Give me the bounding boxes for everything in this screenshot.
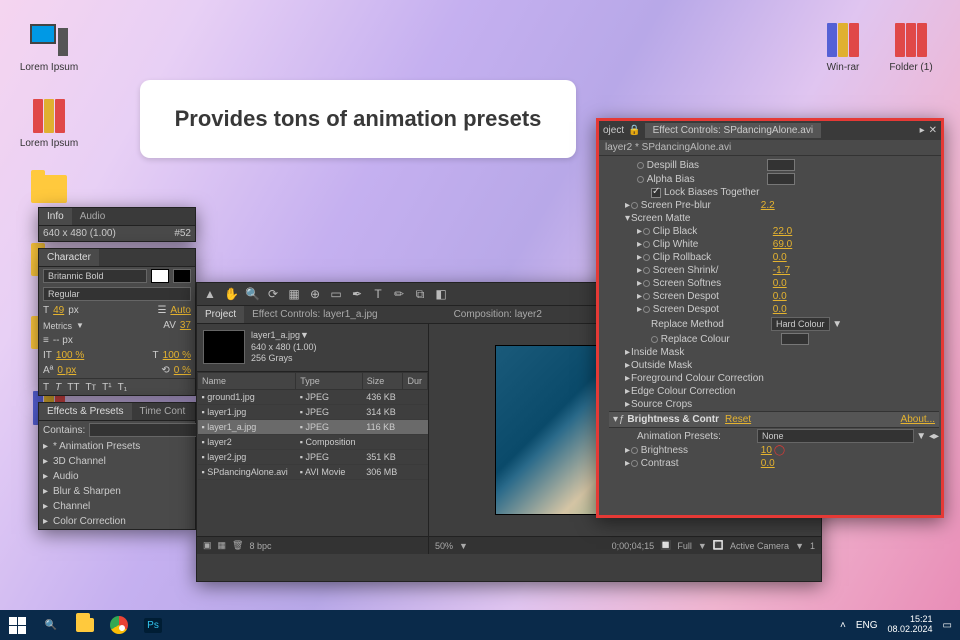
bold-btn[interactable]: T (43, 382, 49, 393)
highlight-icon: ◯ (774, 445, 785, 456)
zoom-tool-icon[interactable]: 🔍 (245, 287, 259, 301)
photoshop-button[interactable]: Ps (136, 610, 170, 640)
smallcaps-btn[interactable]: Tт (85, 382, 96, 393)
selection-tool-icon[interactable]: ▲ (203, 287, 217, 301)
language-indicator[interactable]: ENG (856, 620, 878, 631)
fx-section[interactable]: ▸Inside Mask (609, 346, 939, 359)
col-header[interactable]: Type (296, 373, 362, 390)
desktop-icon-winrar[interactable]: Win-rar (812, 20, 874, 73)
info-panel: Info Audio 640 x 480 (1.00)#52 (38, 207, 196, 242)
desktop-icon-binders[interactable]: Lorem Ipsum (18, 96, 80, 149)
leading[interactable]: Auto (170, 305, 191, 316)
tab-effect-controls[interactable]: Effect Controls: SPdancingAlone.avi (645, 123, 821, 138)
brush-tool-icon[interactable]: ✏ (392, 287, 406, 301)
desktop-icon-binders[interactable]: Folder (1) (880, 20, 942, 73)
start-button[interactable] (0, 610, 34, 640)
table-row[interactable]: ▪ ground1.jpg▪ JPEG436 KB (198, 390, 428, 405)
replace-method-select[interactable]: Hard Colour (771, 317, 830, 331)
trash-icon[interactable]: 🗑 (232, 540, 243, 551)
tray-chevron-icon[interactable]: ˄ (840, 620, 846, 631)
alpha-swatch[interactable] (767, 173, 795, 185)
pan-behind-tool-icon[interactable]: ⊕ (308, 287, 322, 301)
tab-character[interactable]: Character (39, 249, 99, 266)
eraser-tool-icon[interactable]: ◧ (434, 287, 448, 301)
allcaps-btn[interactable]: TT (67, 382, 79, 393)
pen-tool-icon[interactable]: ✒ (350, 287, 364, 301)
desktop-icon-pc[interactable]: Lorem Ipsum (18, 20, 80, 73)
preblur-value[interactable]: 2.2 (761, 200, 775, 211)
rotate-tool-icon[interactable]: ⟳ (266, 287, 280, 301)
fx-section[interactable]: ▸Foreground Colour Correction (609, 372, 939, 385)
fx-section[interactable]: ▸Edge Colour Correction (609, 385, 939, 398)
col-header[interactable]: Size (362, 373, 403, 390)
tracking[interactable]: 37 (180, 320, 191, 331)
col-header[interactable]: Dur (403, 373, 428, 390)
about-link[interactable]: About... (901, 414, 935, 425)
text-tool-icon[interactable]: T (371, 287, 385, 301)
close-icon[interactable]: ✕ (929, 125, 937, 136)
fx-category[interactable]: ▸Channel (39, 499, 195, 514)
taskbar: 🔍 Ps ˄ ENG 15:2108.02.2024 ▭ (0, 610, 960, 640)
tab-project[interactable]: Project (197, 306, 244, 323)
fx-section[interactable]: ▸Outside Mask (609, 359, 939, 372)
clone-tool-icon[interactable]: ⧉ (413, 287, 427, 301)
resolution-select[interactable]: Full (677, 541, 692, 551)
font-size[interactable]: 49 (53, 305, 64, 316)
fx-toggle-icon[interactable]: ƒ (619, 414, 625, 425)
explorer-button[interactable] (68, 610, 102, 640)
chrome-button[interactable] (102, 610, 136, 640)
search-button[interactable]: 🔍 (34, 610, 68, 640)
reset-link[interactable]: Reset (725, 414, 751, 425)
anim-presets-select[interactable]: None (757, 429, 914, 443)
table-row[interactable]: ▪ layer1_a.jpg▪ JPEG116 KB (198, 420, 428, 435)
fx-category[interactable]: ▸* Animation Presets (39, 439, 195, 454)
table-row[interactable]: ▪ layer1.jpg▪ JPEG314 KB (198, 405, 428, 420)
table-row[interactable]: ▪ layer2▪ Composition (198, 435, 428, 450)
font-style-select[interactable]: Regular (43, 287, 191, 301)
project-thumbnail (203, 330, 245, 364)
lock-icon[interactable]: 🔒 (628, 125, 640, 136)
fx-section[interactable]: ▸Source Crops (609, 398, 939, 411)
desktop-label: Lorem Ipsum (18, 62, 80, 73)
panel-menu-icon[interactable]: ▸ (920, 125, 925, 136)
italic-btn[interactable]: T (55, 382, 61, 393)
notifications-icon[interactable]: ▭ (943, 620, 952, 631)
fx-category[interactable]: ▸3D Channel (39, 454, 195, 469)
effects-presets-panel: Effects & Presets Time Cont Contains: ▸*… (38, 402, 196, 530)
tab-time-controls[interactable]: Time Cont (132, 403, 194, 420)
mask-tool-icon[interactable]: ▭ (329, 287, 343, 301)
tab-info[interactable]: Info (39, 208, 72, 225)
tab-composition[interactable]: Composition: layer2 (446, 306, 550, 323)
superscript-btn[interactable]: T¹ (102, 382, 111, 393)
tab-effects-presets[interactable]: Effects & Presets (39, 403, 132, 420)
hand-tool-icon[interactable]: ✋ (224, 287, 238, 301)
fx-category[interactable]: ▸Audio (39, 469, 195, 484)
table-row[interactable]: ▪ layer2.jpg▪ JPEG351 KB (198, 450, 428, 465)
camera-tool-icon[interactable]: ▦ (287, 287, 301, 301)
zoom-select[interactable]: 50% (435, 541, 453, 551)
fx-category[interactable]: ▸Color Correction (39, 514, 195, 529)
comp-layer-path: layer2 * SPdancingAlone.avi (599, 140, 941, 156)
new-folder-icon[interactable]: ▣ (203, 540, 212, 551)
lock-biases-check[interactable] (651, 188, 661, 198)
camera-select[interactable]: Active Camera (730, 541, 789, 551)
tab-effect-controls[interactable]: Effect Controls: layer1_a.jpg (244, 306, 385, 323)
callout-text: Provides tons of animation presets (140, 80, 576, 158)
project-file-table[interactable]: NameTypeSizeDur▪ ground1.jpg▪ JPEG436 KB… (197, 372, 428, 536)
fx-category[interactable]: ▸Blur & Sharpen (39, 484, 195, 499)
tab-audio[interactable]: Audio (72, 208, 114, 225)
timecode[interactable]: 0;00;04;15 (612, 541, 655, 551)
subscript-btn[interactable]: T₁ (118, 382, 127, 393)
col-header[interactable]: Name (198, 373, 296, 390)
replace-colour-swatch[interactable] (781, 333, 809, 345)
character-panel: Character Britannic Bold Regular T49px ☰… (38, 248, 196, 396)
despill-swatch[interactable] (767, 159, 795, 171)
effect-controls-panel: oject 🔒 Effect Controls: SPdancingAlone.… (596, 118, 944, 518)
font-select[interactable]: Britannic Bold (43, 269, 147, 283)
clock[interactable]: 15:2108.02.2024 (888, 615, 933, 635)
table-row[interactable]: ▪ SPdancingAlone.avi▪ AVI Movie306 MB (198, 465, 428, 480)
new-comp-icon[interactable]: ▦ (218, 540, 227, 551)
